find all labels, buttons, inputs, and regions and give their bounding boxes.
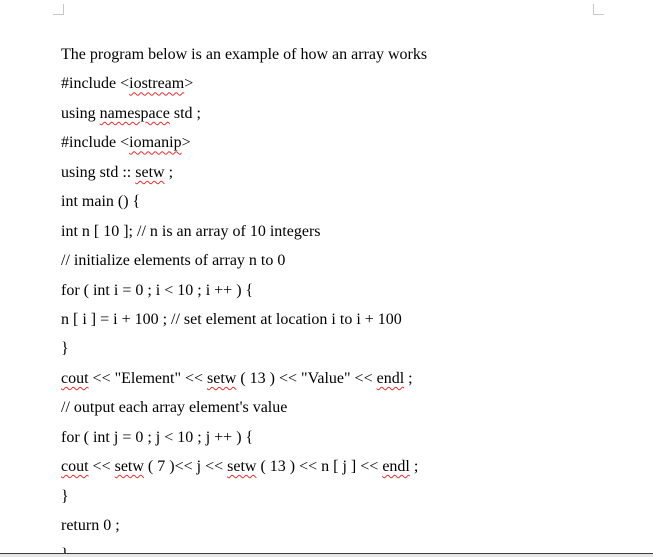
document-page[interactable]: The program below is an example of how a… xyxy=(0,0,653,557)
text-line[interactable]: using namespace std ; xyxy=(61,99,427,128)
text-segment: ; xyxy=(409,458,419,476)
text-segment: for ( int j = 0 ; j < 10 ; j ++ ) { xyxy=(61,428,254,446)
misspelled-word: endl xyxy=(382,458,410,476)
text-line[interactable]: n [ i ] = i + 100 ; // set element at lo… xyxy=(61,305,427,334)
text-segment: ( 13 ) << n [ j ] << xyxy=(256,458,383,476)
misspelled-word: setw xyxy=(114,458,144,476)
text-line[interactable]: } xyxy=(61,482,427,511)
text-segment: using std :: xyxy=(61,163,136,181)
text-line[interactable]: // initialize elements of array n to 0 xyxy=(61,246,427,275)
text-segment: std ; xyxy=(169,104,201,122)
text-line[interactable]: using std :: setw ; xyxy=(61,158,427,187)
misspelled-word: iomanip xyxy=(129,134,182,152)
text-segment: ; xyxy=(404,369,413,387)
misspelled-word: cout xyxy=(61,369,89,387)
text-segment: #include < xyxy=(61,134,130,152)
text-segment: > xyxy=(184,75,194,93)
text-segment: int n [ 10 ]; // n is an array of 10 int… xyxy=(61,222,321,240)
document-body[interactable]: The program below is an example of how a… xyxy=(61,40,427,557)
text-segment: } xyxy=(61,340,69,358)
text-segment: The program below is an example of how a… xyxy=(61,46,428,63)
text-line[interactable]: return 0 ; xyxy=(61,511,427,540)
margin-corner-top-right xyxy=(593,4,604,15)
misspelled-word: setw xyxy=(227,458,257,476)
misspelled-word: endl xyxy=(376,369,405,387)
text-segment: ( 7 )<< j << xyxy=(143,458,228,476)
text-segment: } xyxy=(61,487,69,505)
text-segment: for ( int i = 0 ; i < 10 ; i ++ ) { xyxy=(61,281,254,299)
text-line[interactable]: int n [ 10 ]; // n is an array of 10 int… xyxy=(61,217,427,246)
text-line[interactable]: for ( int i = 0 ; i < 10 ; i ++ ) { xyxy=(61,276,427,305)
text-segment: n [ i ] = i + 100 ; // set element at lo… xyxy=(61,310,402,328)
text-segment: #include < xyxy=(61,75,130,93)
text-line[interactable]: #include <iomanip> xyxy=(61,128,427,157)
misspelled-word: setw xyxy=(207,369,237,387)
misspelled-word: cout xyxy=(61,458,89,476)
text-segment: ; xyxy=(164,163,174,181)
text-line[interactable]: cout << setw ( 7 )<< j << setw ( 13 ) <<… xyxy=(61,452,427,481)
text-line[interactable]: int main () { xyxy=(61,187,427,216)
text-segment: ( 13 ) << "Value" << xyxy=(236,369,377,387)
text-segment: return 0 ; xyxy=(61,517,120,534)
misspelled-word: namespace xyxy=(99,104,170,122)
text-line[interactable]: The program below is an example of how a… xyxy=(61,40,427,69)
text-line[interactable]: cout << "Element" << setw ( 13 ) << "Val… xyxy=(61,364,427,393)
text-segment: int main () { xyxy=(61,193,141,211)
text-segment: << xyxy=(88,458,115,476)
text-line[interactable]: // output each array element's value xyxy=(61,393,427,422)
text-segment: using xyxy=(61,104,100,122)
misspelled-word: setw xyxy=(135,163,165,181)
text-segment: // initialize elements of array n to 0 xyxy=(61,252,286,270)
margin-corner-top-left xyxy=(53,4,64,15)
text-segment: // output each array element's value xyxy=(61,399,288,417)
text-line[interactable]: for ( int j = 0 ; j < 10 ; j ++ ) { xyxy=(61,423,427,452)
misspelled-word: iostream xyxy=(129,75,185,93)
text-segment: > xyxy=(181,134,191,152)
text-segment: << "Element" << xyxy=(88,369,208,387)
text-line[interactable]: #include <iostream> xyxy=(61,69,427,98)
text-line[interactable]: } xyxy=(61,334,427,363)
